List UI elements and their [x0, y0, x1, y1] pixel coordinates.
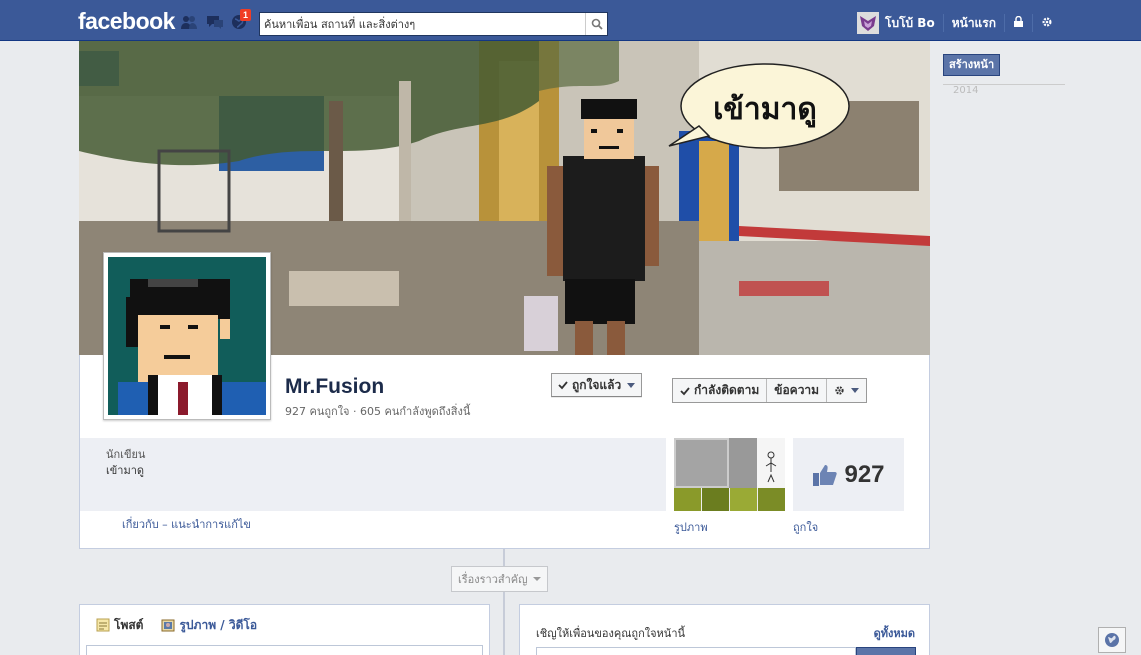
notification-count-badge[interactable]: 1 [240, 9, 252, 21]
composer-input[interactable] [86, 645, 483, 655]
nav-divider [1004, 14, 1005, 32]
message-button-label: ข้อความ [774, 383, 820, 397]
following-button[interactable]: กำลังติดตาม [673, 379, 768, 402]
likes-count: 927 [844, 460, 885, 488]
invite-friends-title: เชิญให้เพื่อนของคุณถูกใจหน้านี้ [536, 627, 686, 640]
highlights-dropdown-label: เรื่องราวสำคัญ [458, 573, 528, 586]
invite-friends-box: เชิญให้เพื่อนของคุณถูกใจหน้านี้ ดูทั้งหม… [519, 604, 930, 655]
cover-speech-bubble-text: เข้ามาดู [713, 92, 817, 128]
page-description: เข้ามาดู [106, 464, 145, 477]
nav-divider [1032, 14, 1033, 32]
user-avatar[interactable] [857, 12, 879, 34]
tab-post[interactable]: โพสต์ [96, 616, 143, 635]
home-link[interactable]: หน้าแรก [952, 14, 996, 33]
about-links[interactable]: เกี่ยวกับ – แนะนำการแก้ไข [122, 515, 251, 533]
page-actions-group: กำลังติดตาม ข้อความ [672, 378, 868, 403]
likes-tile[interactable]: 927 [793, 438, 904, 511]
chevron-down-icon [851, 388, 860, 393]
globe-icon[interactable] [1098, 627, 1126, 653]
liked-button[interactable]: ถูกใจแล้ว [551, 373, 643, 397]
see-all-link[interactable]: ดูทั้งหมด [874, 624, 915, 642]
photo-icon [161, 619, 175, 632]
note-icon [96, 618, 110, 632]
chevron-down-icon [532, 577, 541, 581]
search-icon [591, 18, 603, 30]
following-button-label: กำลังติดตาม [694, 383, 760, 397]
liked-button-label: ถูกใจแล้ว [572, 377, 622, 392]
chevron-down-icon [627, 382, 636, 388]
tab-photo-video-label: รูปภาพ / วิดีโอ [179, 617, 258, 632]
invite-button[interactable] [856, 647, 916, 655]
tab-post-label: โพสต์ [114, 617, 144, 632]
privacy-lock-icon[interactable] [1013, 15, 1024, 31]
user-name-link[interactable]: โบโบ้ Bo [885, 14, 935, 33]
composer-tabs: โพสต์ รูปภาพ / วิดีโอ [80, 605, 489, 645]
thumbs-up-icon [813, 464, 838, 486]
checkmark-icon [680, 386, 690, 395]
post-composer: โพสต์ รูปภาพ / วิดีโอ [79, 604, 490, 655]
nav-right: โบโบ้ Bo หน้าแรก [857, 12, 1053, 34]
highlights-dropdown[interactable]: เรื่องราวสำคัญ [451, 566, 548, 592]
gear-icon [835, 386, 844, 395]
search-box [259, 12, 608, 36]
photos-tile-label[interactable]: รูปภาพ [674, 518, 708, 536]
page-stats: 927 คนถูกใจ · 605 คนกำลังพูดถึงสิ่งนี้ [285, 405, 471, 418]
page-title[interactable]: Mr.Fusion [285, 375, 384, 399]
page-settings-button[interactable] [827, 379, 866, 402]
invite-friends-input[interactable] [536, 647, 856, 655]
settings-gear-icon[interactable] [1041, 16, 1053, 31]
photos-tile[interactable] [674, 438, 785, 511]
tab-photo-video[interactable]: รูปภาพ / วิดีโอ [161, 616, 257, 635]
search-input[interactable] [260, 14, 585, 34]
message-button[interactable]: ข้อความ [767, 379, 828, 402]
facebook-logo[interactable]: facebook [78, 8, 175, 35]
search-button[interactable] [585, 13, 607, 35]
likes-tile-label[interactable]: ถูกใจ [793, 518, 818, 536]
friend-requests-icon[interactable] [180, 14, 198, 30]
top-bar: facebook 1 โบโบ้ Bo หน้าแรก [0, 0, 1141, 41]
about-box[interactable] [80, 438, 666, 511]
timeline-year-label[interactable]: 2014 [943, 84, 1065, 96]
create-page-button[interactable]: สร้างหน้า [943, 54, 1001, 76]
messages-icon[interactable] [206, 14, 224, 30]
checkmark-icon [558, 381, 568, 390]
timeline-spine [503, 549, 505, 655]
nav-divider [942, 14, 944, 32]
profile-picture[interactable] [103, 252, 271, 420]
